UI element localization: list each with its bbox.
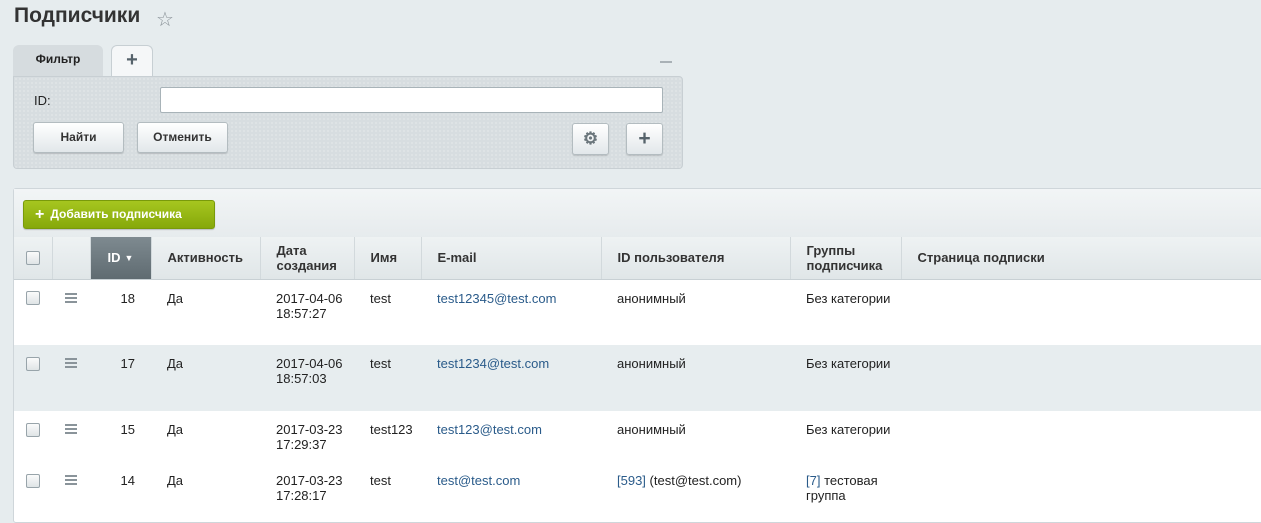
column-header-page[interactable]: Страница подписки — [901, 237, 1261, 280]
gear-icon: ⚙ — [582, 129, 599, 148]
cell-page — [901, 345, 1261, 411]
cell-groups: Без категории — [790, 411, 901, 462]
cell-page — [901, 462, 1261, 517]
row-menu-icon[interactable] — [65, 475, 77, 487]
column-header-groups-line1: Группы — [806, 242, 856, 258]
column-header-active[interactable]: Активность — [151, 237, 261, 280]
column-header-user-id[interactable]: ID пользователя — [601, 237, 791, 280]
cell-active: Да — [151, 411, 260, 462]
cell-id: 17 — [90, 345, 151, 411]
filter-panel: ID: Найти Отменить ⚙ + — [13, 76, 683, 169]
add-filter-tab-button[interactable]: + — [111, 45, 153, 76]
table-row[interactable]: 14 Да 2017-03-23 17:28:17 test test@test.… — [14, 462, 1261, 517]
filter-minimize-icon[interactable] — [660, 61, 672, 63]
subscribers-table: ID ▼ Активность Дата создания Имя E-mail I… — [14, 237, 1261, 517]
column-header-groups-line2: подписчика — [806, 257, 883, 273]
add-subscriber-button[interactable]: + Добавить подписчика — [23, 200, 215, 229]
cell-groups: Без категории — [790, 345, 901, 411]
cell-name: test — [354, 462, 421, 517]
cell-user-id: анонимный — [601, 411, 790, 462]
row-menu-icon[interactable] — [65, 292, 77, 305]
column-header-email[interactable]: E-mail — [421, 237, 602, 280]
sort-desc-icon: ▼ — [124, 252, 134, 263]
cell-page — [901, 279, 1261, 345]
column-header-id[interactable]: ID ▼ — [90, 237, 152, 280]
email-link[interactable]: test12345@test.com — [437, 291, 556, 306]
column-header-id-label: ID — [107, 249, 121, 265]
add-filter-field-button[interactable]: + — [626, 123, 663, 155]
cell-created: 2017-03-23 17:28:17 — [260, 462, 354, 517]
cell-created: 2017-03-23 17:29:37 — [260, 411, 354, 462]
row-checkbox[interactable] — [26, 356, 40, 371]
row-menu-icon[interactable] — [65, 358, 77, 370]
add-subscriber-label: Добавить подписчика — [50, 207, 182, 221]
find-button[interactable]: Найти — [33, 122, 124, 153]
select-all-header — [14, 237, 53, 280]
email-link[interactable]: test@test.com — [437, 473, 520, 488]
column-header-created-line2: создания — [276, 257, 337, 273]
cell-name: test — [354, 345, 421, 411]
cell-created: 2017-04-06 18:57:27 — [260, 279, 354, 345]
table-row[interactable]: 17 Да 2017-04-06 18:57:03 test test1234@t… — [14, 345, 1261, 411]
email-link[interactable]: test123@test.com — [437, 422, 542, 437]
cell-groups: Без категории — [790, 279, 901, 345]
cancel-button[interactable]: Отменить — [137, 122, 228, 153]
cell-active: Да — [151, 345, 260, 411]
cell-id: 18 — [90, 279, 151, 345]
row-checkbox[interactable] — [26, 473, 40, 488]
filter-settings-button[interactable]: ⚙ — [572, 123, 609, 155]
column-header-created[interactable]: Дата создания — [260, 237, 355, 280]
id-filter-input[interactable] — [160, 87, 663, 113]
cell-groups: [7] тестовая группа — [790, 462, 901, 517]
actions-header — [52, 237, 91, 280]
page-title: Подписчики — [14, 4, 141, 27]
star-icon[interactable]: ☆ — [156, 7, 174, 32]
column-header-name[interactable]: Имя — [354, 237, 422, 280]
cell-user-id: [593] (test@test.com) — [601, 462, 790, 517]
cell-active: Да — [151, 462, 260, 517]
column-header-created-line1: Дата — [276, 242, 307, 258]
table-row[interactable]: 15 Да 2017-03-23 17:29:37 test123 test123… — [14, 411, 1261, 462]
row-menu-icon[interactable] — [65, 424, 77, 436]
row-checkbox[interactable] — [26, 422, 40, 437]
plus-icon: + — [638, 127, 651, 150]
cell-name: test — [354, 279, 421, 345]
grid-toolbar: + Добавить подписчика — [14, 189, 1261, 238]
group-link[interactable]: [7] — [806, 473, 820, 488]
column-header-groups[interactable]: Группы подписчика — [790, 237, 902, 280]
email-link[interactable]: test1234@test.com — [437, 356, 549, 371]
cell-id: 15 — [90, 411, 151, 462]
plus-icon: + — [35, 206, 45, 223]
id-filter-label: ID: — [34, 93, 51, 108]
table-header-row: ID ▼ Активность Дата создания Имя E-mail I… — [14, 237, 1261, 280]
user-id-link[interactable]: [593] — [617, 473, 646, 488]
filter-tab[interactable]: Фильтр — [13, 45, 103, 76]
cell-active: Да — [151, 279, 260, 345]
cell-user-id: анонимный — [601, 345, 790, 411]
cell-name: test123 — [354, 411, 421, 462]
row-checkbox[interactable] — [26, 291, 40, 306]
cell-page — [901, 411, 1261, 462]
select-all-checkbox[interactable] — [25, 250, 40, 265]
cell-user-id: анонимный — [601, 279, 790, 345]
subscribers-grid: + Добавить подписчика ID ▼ Активность Дата… — [13, 188, 1261, 523]
cell-id: 14 — [90, 462, 151, 517]
table-row[interactable]: 18 Да 2017-04-06 18:57:27 test test12345@… — [14, 279, 1261, 345]
cell-created: 2017-04-06 18:57:03 — [260, 345, 354, 411]
